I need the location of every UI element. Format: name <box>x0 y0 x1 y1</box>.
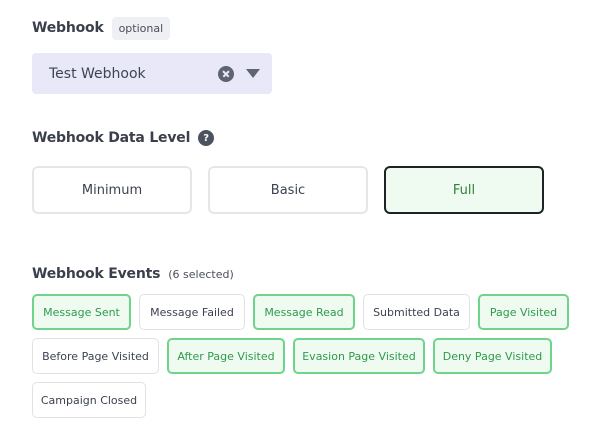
webhook-select[interactable]: Test Webhook <box>32 53 272 94</box>
event-chip-page-visited[interactable]: Page Visited <box>478 294 569 330</box>
event-chip-message-sent[interactable]: Message Sent <box>32 294 131 330</box>
event-chip-message-failed[interactable]: Message Failed <box>139 294 245 330</box>
event-chip-campaign-closed[interactable]: Campaign Closed <box>32 382 146 418</box>
data-level-label-row: Webhook Data Level ? <box>32 128 215 148</box>
help-icon[interactable]: ? <box>198 130 215 146</box>
chevron-down-icon[interactable] <box>246 69 260 78</box>
level-option-minimum[interactable]: Minimum <box>32 166 192 214</box>
event-chip-evasion-page-visited[interactable]: Evasion Page Visited <box>293 338 425 374</box>
webhook-label: Webhook <box>32 20 104 36</box>
event-chip-deny-page-visited[interactable]: Deny Page Visited <box>433 338 552 374</box>
events-selected-count: (6 selected) <box>168 267 234 281</box>
level-option-full[interactable]: Full <box>384 166 544 214</box>
webhook-select-value: Test Webhook <box>49 65 146 82</box>
events-label-row: Webhook Events (6 selected) <box>32 264 234 284</box>
events-label: Webhook Events <box>32 266 161 282</box>
event-chip-submitted-data[interactable]: Submitted Data <box>363 294 470 330</box>
clear-icon[interactable] <box>218 65 234 82</box>
event-chip-before-page-visited[interactable]: Before Page Visited <box>32 338 159 374</box>
data-level-label: Webhook Data Level <box>32 130 191 146</box>
level-option-basic[interactable]: Basic <box>208 166 368 214</box>
webhook-label-row: Webhook optional <box>32 16 171 40</box>
optional-badge: optional <box>111 16 171 40</box>
event-chip-message-read[interactable]: Message Read <box>253 294 355 330</box>
event-chip-after-page-visited[interactable]: After Page Visited <box>167 338 285 374</box>
